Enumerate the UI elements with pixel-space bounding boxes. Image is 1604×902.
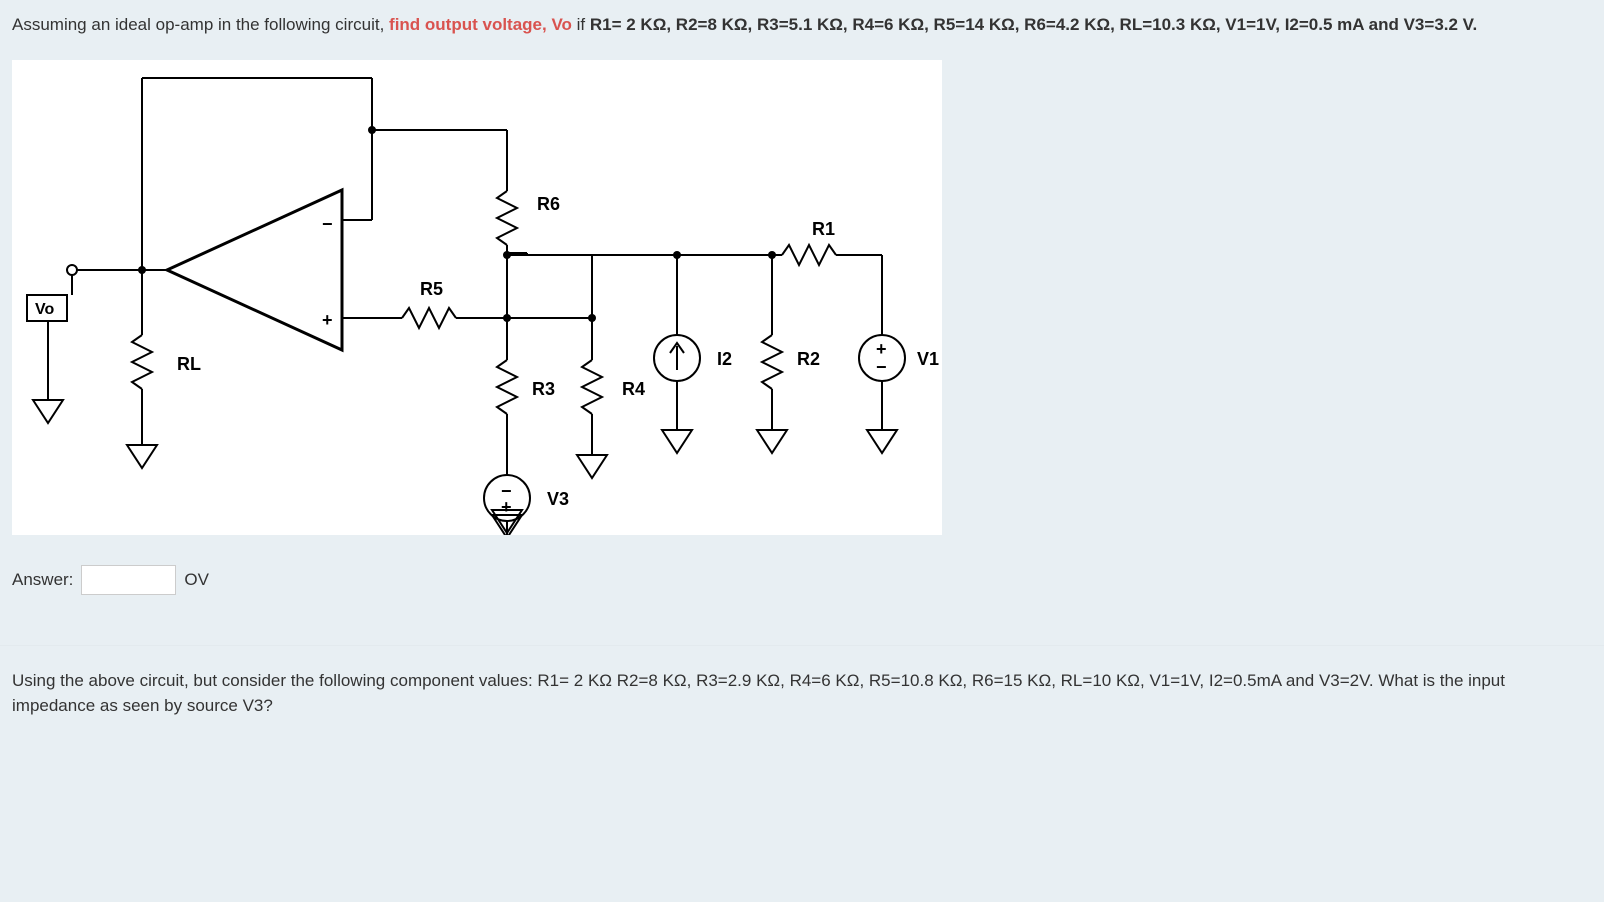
question-1-text: Assuming an ideal op-amp in the followin… (12, 12, 1592, 38)
r5-label: R5 (420, 279, 443, 299)
i2-label: I2 (717, 349, 732, 369)
r3-label: R3 (532, 379, 555, 399)
q1-find-vo: find output voltage, Vo (389, 15, 572, 34)
q1-if: if (572, 15, 590, 34)
r1-label: R1 (812, 219, 835, 239)
opamp-minus: − (322, 214, 333, 234)
v1-plus: + (876, 339, 887, 359)
q1-params: R1= 2 KΩ, R2=8 KΩ, R3=5.1 KΩ, R4=6 KΩ, R… (590, 15, 1477, 34)
rl-label: RL (177, 354, 201, 374)
circuit-svg: − + Vo RL (12, 60, 942, 535)
answer-label: Answer: (12, 570, 73, 590)
q2-params: R1= 2 KΩ R2=8 KΩ, R3=2.9 KΩ, R4=6 KΩ, R5… (537, 671, 1373, 690)
v1-label: V1 (917, 349, 939, 369)
answer-row: Answer: OV (12, 565, 1592, 595)
r6-label: R6 (537, 194, 560, 214)
opamp-plus: + (322, 310, 333, 330)
r4-label: R4 (622, 379, 645, 399)
question-1-block: Assuming an ideal op-amp in the followin… (0, 0, 1604, 595)
r2-label: R2 (797, 349, 820, 369)
answer-unit: OV (184, 570, 209, 590)
q1-prefix: Assuming an ideal op-amp in the followin… (12, 15, 389, 34)
v1-minus: − (876, 357, 887, 377)
question-2-block: Using the above circuit, but consider th… (0, 645, 1604, 741)
answer-input[interactable] (81, 565, 176, 595)
circuit-diagram: − + Vo RL (12, 60, 942, 535)
vo-label: Vo (35, 301, 54, 318)
question-2-text: Using the above circuit, but consider th… (12, 668, 1592, 719)
q2-prefix: Using the above circuit, but consider th… (12, 671, 537, 690)
v3-label: V3 (547, 489, 569, 509)
